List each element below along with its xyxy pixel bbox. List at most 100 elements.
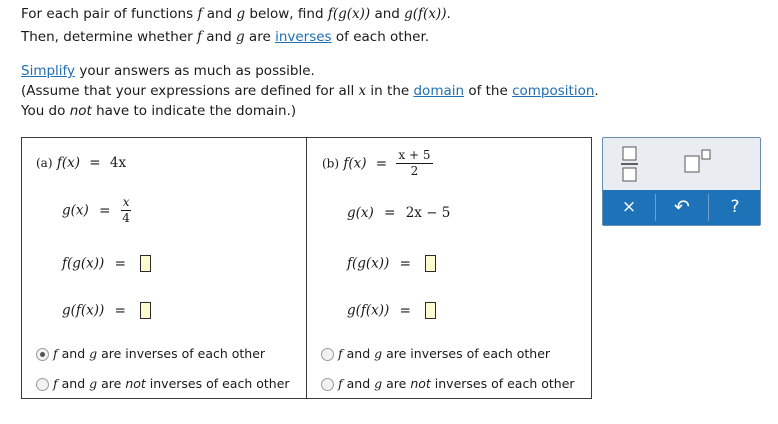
toolbox-action-bar: × ↶ ? [603, 190, 760, 225]
part-a-fg-row: f(g(x)) = [62, 255, 152, 272]
option-text: and [342, 346, 375, 361]
option-text: inverses of each other [145, 376, 290, 391]
equals-sign: = [114, 302, 126, 319]
equals-sign: = [99, 202, 111, 219]
option-text: are [101, 376, 126, 391]
fraction-denominator: 4 [122, 211, 130, 225]
math-g: g [374, 346, 383, 361]
instruction-line-2: Then, determine whether f and g are inve… [21, 29, 429, 45]
option-text: and [57, 376, 90, 391]
math-g-of-f: g(f(x)) [62, 302, 105, 319]
part-a-radio-not-inverses[interactable] [36, 378, 49, 391]
equals-sign: = [399, 302, 411, 319]
composition-link[interactable]: composition [512, 83, 594, 99]
instruction-text: You do [21, 103, 70, 119]
part-b-option-not-inverses[interactable]: f and g are not inverses of each other [321, 376, 575, 391]
instruction-line-3: Simplify your answers as much as possibl… [21, 63, 315, 79]
part-b-radio-not-inverses[interactable] [321, 378, 334, 391]
instruction-text: For each pair of functions [21, 6, 198, 22]
emphasis-not: not [69, 103, 92, 119]
part-b-fg-answer-input[interactable] [425, 255, 437, 272]
part-a-gf-answer-input[interactable] [140, 302, 152, 319]
part-b-fg-row: f(g(x)) = [347, 255, 437, 272]
fraction-template-icon[interactable] [617, 144, 643, 184]
instruction-text: Then, determine whether [21, 29, 197, 45]
part-b-radio-inverses[interactable] [321, 348, 334, 361]
undo-button[interactable]: ↶ [656, 190, 708, 225]
part-a-f-definition: (a) f(x) = 4x [36, 155, 126, 171]
math-x: x [358, 83, 367, 99]
domain-link[interactable]: domain [413, 83, 464, 99]
part-b-g-definition: g(x) = 2x − 5 [347, 205, 450, 221]
instruction-line-1: For each pair of functions f and g below… [21, 6, 451, 22]
part-b-label: (b) [322, 156, 340, 171]
option-text: inverses of each other [430, 376, 575, 391]
part-a-f-rhs: 4x [109, 155, 127, 171]
math-toolbox: × ↶ ? [602, 137, 761, 226]
option-text: and [57, 346, 90, 361]
instruction-line-4: (Assume that your expressions are define… [21, 83, 599, 99]
instruction-text: are [244, 29, 276, 45]
clear-button[interactable]: × [603, 190, 655, 225]
part-b-gf-row: g(f(x)) = [347, 302, 437, 319]
problem-table: (a) f(x) = 4x g(x) = x4 f(g(x)) = g(f(x)… [21, 137, 592, 399]
instruction-line-5: You do not have to indicate the domain.) [21, 103, 296, 119]
math-g: g [235, 29, 245, 45]
instruction-text: your answers as much as possible. [75, 63, 315, 79]
instruction-text: and [202, 6, 237, 22]
simplify-link[interactable]: Simplify [21, 63, 75, 79]
part-b-g-rhs: 2x − 5 [405, 205, 451, 221]
option-text: are [386, 376, 411, 391]
math-f-of-g: f(g(x)) [347, 255, 390, 272]
fraction-numerator: x + 5 [396, 148, 433, 164]
part-a-gf-row: g(f(x)) = [62, 302, 152, 319]
superscript-template-icon[interactable] [681, 147, 715, 177]
math-fg-expression: f(g(x)) [327, 6, 371, 22]
column-divider [306, 138, 307, 398]
math-g: g [236, 6, 246, 22]
equals-sign: = [399, 255, 411, 272]
math-g: g [89, 346, 98, 361]
instruction-text: of each other. [331, 29, 430, 45]
instruction-text: (Assume that your expressions are define… [21, 83, 359, 99]
instruction-text: and [370, 6, 405, 22]
inverses-link[interactable]: inverses [275, 29, 332, 45]
part-a-fg-answer-input[interactable] [140, 255, 152, 272]
math-f-of-g: f(g(x)) [62, 255, 105, 272]
math-gf-expression: g(f(x)) [404, 6, 447, 22]
math-f-of-x: f(x) [56, 155, 80, 171]
instruction-text: below, find [245, 6, 328, 22]
help-button[interactable]: ? [709, 190, 761, 225]
math-g-of-f: g(f(x)) [347, 302, 390, 319]
equals-sign: = [114, 255, 126, 272]
part-b-gf-answer-input[interactable] [425, 302, 437, 319]
part-a-label: (a) [36, 156, 53, 170]
option-text: are inverses of each other [101, 346, 266, 361]
part-b-f-fraction: x + 52 [396, 148, 433, 179]
instruction-text: in the [366, 83, 414, 99]
part-a-radio-inverses[interactable] [36, 348, 49, 361]
fraction-denominator: 2 [410, 164, 419, 178]
instruction-text: . [446, 6, 451, 22]
math-g: g [374, 376, 383, 391]
part-a-option-inverses[interactable]: f and g are inverses of each other [36, 346, 265, 361]
math-g-of-x: g(x) [347, 205, 374, 221]
instruction-text: have to indicate the domain.) [91, 103, 297, 119]
part-b-option-inverses[interactable]: f and g are inverses of each other [321, 346, 550, 361]
emphasis-not: not [125, 376, 146, 391]
part-a-g-definition: g(x) = x4 [62, 195, 132, 226]
math-g: g [89, 376, 98, 391]
part-a-g-fraction: x4 [120, 195, 132, 226]
instruction-text: . [594, 83, 599, 99]
equals-sign: = [89, 155, 101, 171]
option-text: and [342, 376, 375, 391]
math-f-of-x: f(x) [343, 155, 367, 172]
emphasis-not: not [410, 376, 431, 391]
equals-sign: = [384, 205, 396, 221]
part-a-option-not-inverses[interactable]: f and g are not inverses of each other [36, 376, 290, 391]
option-text: are inverses of each other [386, 346, 551, 361]
equals-sign: = [375, 155, 388, 172]
part-b-f-definition: (b) f(x) = x + 52 [322, 148, 433, 179]
instruction-text: of the [464, 83, 513, 99]
instruction-text: and [202, 29, 236, 45]
